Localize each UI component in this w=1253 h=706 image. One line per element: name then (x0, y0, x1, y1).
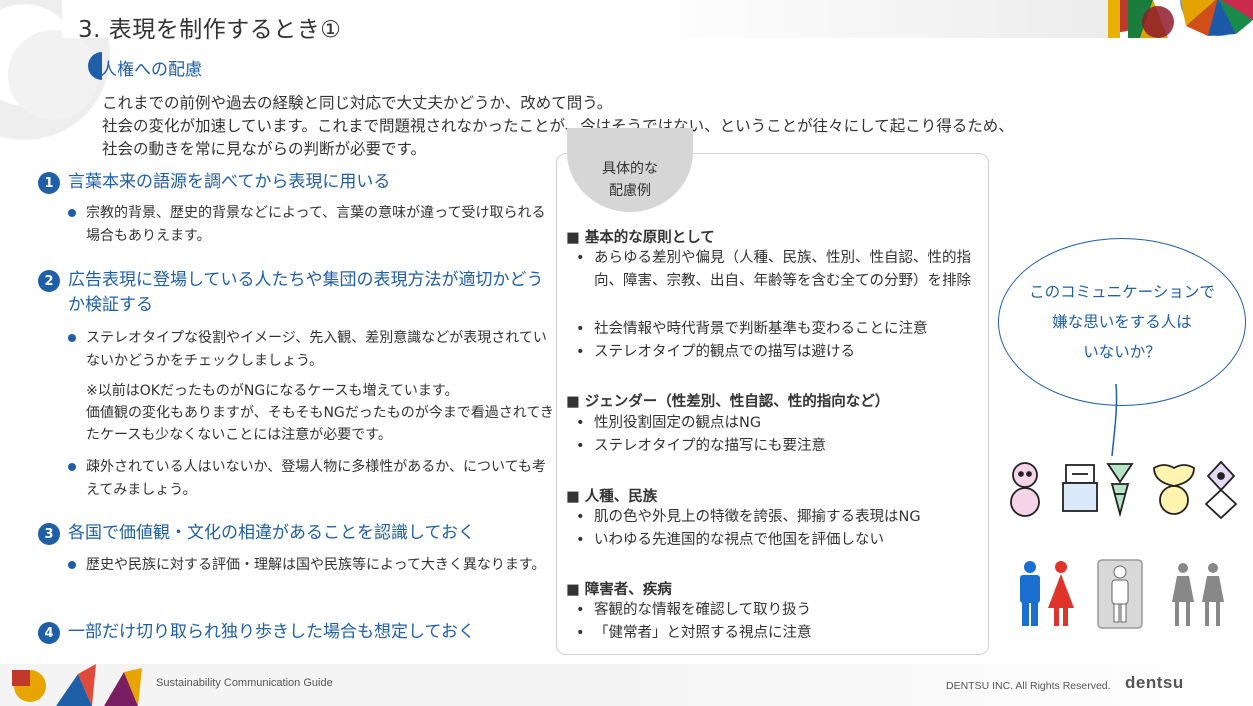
section-label: 人権への配慮 (100, 60, 202, 80)
diverse-faces-illustration (1010, 460, 1238, 520)
point-title: 言葉本来の語源を調べてから表現に用いる (68, 172, 391, 192)
point-3: 3 各国で価値観・文化の相違があることを認識しておく (38, 521, 548, 546)
point-number-badge: 4 (38, 622, 60, 644)
example-item: • いわゆる先進国的な視点で他国を評価しない (576, 532, 884, 548)
face-icon (1010, 460, 1238, 520)
bullet-text: ステレオタイプな役割やイメージ、先入観、差別意識などが表現されていないかどうかを… (86, 330, 547, 369)
bullet-dot-icon (68, 209, 76, 217)
example-item: • 肌の色や外見上の特徴を誇張、揶揄する表現はNG (576, 509, 921, 525)
restroom-pictograms (1020, 559, 1224, 629)
example-item: • あらゆる差別や偏見（人種、民族、性別、性自認、性的指向、障害、宗教、出自、年… (576, 250, 971, 289)
bubble-line: いないか？ (1083, 343, 1161, 361)
point-1: 1 言葉本来の語源を調べてから表現に用いる (38, 170, 548, 195)
bullet-text: 宗教的背景、歴史的背景などによって、言葉の意味が違って受け取られる場合もありえま… (86, 205, 546, 244)
bubble-line: 嫌な思いをする人は (1052, 313, 1192, 331)
example-item: • 社会情報や時代背景で判断基準も変わることに注意 (576, 321, 928, 337)
example-heading: ■ 基本的な原則として (566, 230, 715, 246)
point-4: 4 一部だけ切り取られ独り歩きした場合も想定しておく (38, 620, 548, 645)
bubble-line: このコミュニケーションで (1029, 283, 1215, 301)
point-number-badge: 2 (38, 270, 60, 292)
intro-line: これまでの前例や過去の経験と同じ対応で大丈夫かどうか、改めて問う。 (102, 94, 613, 112)
example-item: • 客観的な情報を確認して取り扱う (576, 602, 812, 618)
example-heading: ■ 障害者、疾病 (566, 582, 672, 598)
note-line: 価値観の変化もありますが、そもそもNGだったものが今まで看過されてきたケースも少… (86, 405, 554, 443)
female-pictogram-icon (1048, 561, 1074, 626)
page-title: 3. 表現を制作するとき① (78, 17, 342, 43)
point-title: 一部だけ切り取られ独り歩きした場合も想定しておく (68, 622, 475, 642)
example-item: • 性別役割固定の観点はNG (576, 415, 762, 431)
dentsu-logo: dentsu (1125, 673, 1184, 692)
point-1-bullet: 宗教的背景、歴史的背景などによって、言葉の意味が違って受け取られる場合もありえま… (68, 202, 548, 248)
point-number-badge: 3 (38, 523, 60, 545)
male-pictogram-icon (1020, 561, 1040, 626)
footer-color-decoration (12, 664, 147, 706)
corner-color-decoration (1108, 0, 1253, 38)
speech-bubble-tail (1111, 384, 1118, 456)
example-heading: ■ 人種、民族 (566, 489, 658, 505)
point-2-bullet-2: 疎外されている人はいないか、登場人物に多様性があるか、についても考えてみましょう… (68, 456, 548, 502)
person-pictogram-icon (1172, 563, 1224, 626)
point-2-bullet-1: ステレオタイプな役割やイメージ、先入観、差別意識などが表現されていないかどうかを… (68, 327, 548, 373)
badge-line: 具体的な (602, 161, 658, 177)
example-item: • ステレオタイプ的な描写にも要注意 (576, 438, 826, 454)
footer-copyright: DENTSU INC. All Rights Reserved. (946, 680, 1111, 692)
bullet-text: 歴史や民族に対する評価・理解は国や民族等によって大きく異なります。 (86, 557, 546, 573)
example-heading: ■ ジェンダー（性差別、性自認、性的指向など） (566, 394, 890, 410)
bullet-dot-icon (68, 463, 76, 471)
example-item: • 「健常者」と対照する視点に注意 (576, 625, 812, 641)
note-line: ※以前はOKだったものがNGになるケースも増えています。 (86, 383, 459, 399)
point-2: 2 広告表現に登場している人たちや集団の表現方法が適切かどうか検証する (38, 268, 548, 318)
point-2-note: ※以前はOKだったものがNGになるケースも増えています。 価値観の変化もあります… (86, 380, 556, 446)
point-3-bullet: 歴史や民族に対する評価・理解は国や民族等によって大きく異なります。 (68, 554, 548, 577)
speech-bubble: このコミュニケーションで 嫌な思いをする人は いないか？ (998, 238, 1246, 406)
bullet-dot-icon (68, 561, 76, 569)
section-tag: 人権への配慮 (88, 52, 202, 80)
bullet-dot-icon (68, 334, 76, 342)
footer-guide-title: Sustainability Communication Guide (156, 677, 333, 689)
example-item: • ステレオタイプ的観点での描写は避ける (576, 344, 855, 360)
bullet-text: 疎外されている人はいないか、登場人物に多様性があるか、についても考えてみましょう… (86, 459, 546, 498)
point-number-badge: 1 (38, 172, 60, 194)
intro-line: 社会の変化が加速しています。これまで問題視されなかったことが、今はそうではない、… (102, 117, 1014, 135)
point-title: 各国で価値観・文化の相違があることを認識しておく (68, 523, 475, 543)
badge-line: 配慮例 (609, 183, 651, 199)
allgender-pictogram-icon (1097, 559, 1143, 629)
point-title: 広告表現に登場している人たちや集団の表現方法が適切かどうか検証する (68, 270, 544, 315)
intro-text: これまでの前例や過去の経験と同じ対応で大丈夫かどうか、改めて問う。 社会の変化が… (102, 92, 1014, 161)
